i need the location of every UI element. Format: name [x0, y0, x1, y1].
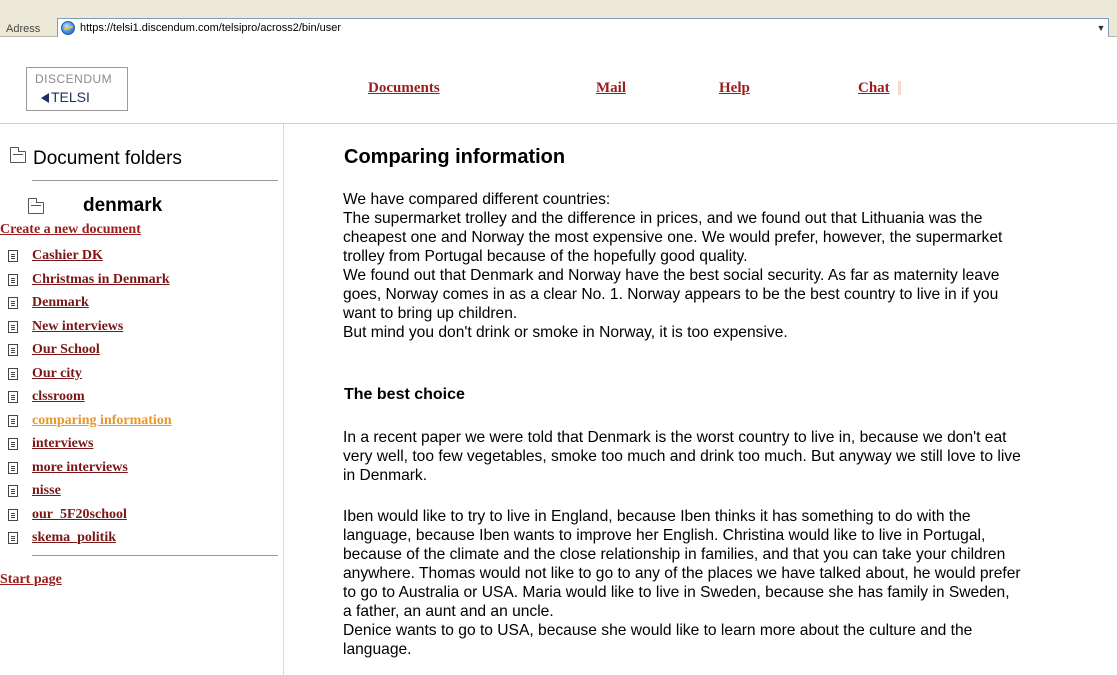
nav-mail-link[interactable]: Mail — [596, 80, 626, 97]
document-list-item[interactable]: New interviews — [0, 317, 283, 339]
current-folder-name: denmark — [83, 195, 163, 216]
paragraph-three-line: because of the climate and the close rel… — [343, 546, 1006, 563]
site-header: DISCENDUM TELSI — [0, 37, 1117, 124]
document-link[interactable]: more interviews — [32, 458, 128, 478]
chevron-down-icon[interactable]: ▼ — [1094, 19, 1108, 37]
paragraph-three-line: language. — [343, 641, 412, 658]
paragraph-three-line: Denice wants to go to USA, because she w… — [343, 622, 973, 639]
document-link[interactable]: nisse — [32, 481, 61, 501]
document-list-item[interactable]: comparing information — [0, 411, 283, 433]
paragraph-three: Iben would like to try to live in Englan… — [343, 507, 1111, 659]
document-icon — [8, 320, 18, 333]
document-link[interactable]: Christmas in Denmark — [32, 270, 170, 290]
url-input[interactable]: https://telsi1.discendum.com/telsipro/ac… — [57, 18, 1109, 38]
sidebar-divider-bottom — [32, 555, 278, 556]
document-icon — [8, 508, 18, 521]
site-logo[interactable]: DISCENDUM TELSI — [26, 67, 128, 111]
intro-line: cheapest one and Norway the most expensi… — [343, 229, 1003, 246]
main-content: Comparing information We have compared d… — [300, 124, 1117, 675]
intro-line: We found out that Denmark and Norway hav… — [343, 267, 1000, 284]
section-subtitle: The best choice — [344, 386, 465, 403]
paragraph-two-line: In a recent paper we were told that Denm… — [343, 429, 1007, 446]
document-link[interactable]: our_5F20school — [32, 505, 127, 525]
document-link[interactable]: interviews — [32, 434, 93, 454]
document-link[interactable]: skema_politik — [32, 528, 116, 548]
paragraph-three-line: anywhere. Thomas would not like to go to… — [343, 565, 1021, 582]
nav-help-link[interactable]: Help — [719, 80, 750, 97]
document-link[interactable]: Our School — [32, 340, 100, 360]
paragraph-three-line: to go to Australia or USA. Maria would l… — [343, 584, 1010, 601]
document-list-item[interactable]: interviews — [0, 434, 283, 456]
document-list-item[interactable]: clssroom — [0, 387, 283, 409]
intro-line: trolley from Portugal because of the hop… — [343, 248, 748, 265]
document-list-item[interactable]: Christmas in Denmark — [0, 270, 283, 292]
start-page-link[interactable]: Start page — [0, 572, 62, 588]
address-label: Adress — [6, 23, 41, 35]
url-text: https://telsi1.discendum.com/telsipro/ac… — [80, 22, 342, 34]
document-list-item[interactable]: nisse — [0, 481, 283, 503]
intro-line: But mind you don't drink or smoke in Nor… — [343, 324, 788, 341]
document-icon — [8, 273, 18, 286]
paragraph-two-line: very well, too few vegetables, smoke too… — [343, 448, 1021, 465]
document-list-item[interactable]: Our city — [0, 364, 283, 386]
address-bar: Adress https://telsi1.discendum.com/tels… — [0, 0, 1117, 38]
logo-discendum: DISCENDUM — [35, 72, 113, 86]
document-icon — [8, 461, 18, 474]
telsi-flag-icon — [41, 93, 49, 104]
document-icon — [8, 391, 18, 403]
intro-paragraph: We have compared different countries: The… — [343, 190, 1111, 342]
document-icon — [8, 485, 18, 497]
document-icon — [8, 344, 18, 356]
document-icon — [8, 250, 18, 262]
document-link[interactable]: clssroom — [32, 387, 85, 407]
intro-line: We have compared different countries: — [343, 191, 611, 208]
page-globe-icon — [61, 21, 75, 35]
paragraph-three-line: language, because Iben wants to improve … — [343, 527, 986, 544]
logo-telsi: TELSI — [41, 89, 90, 105]
sidebar-title: Document folders — [33, 148, 182, 169]
open-folder-icon — [28, 198, 44, 214]
nav-documents-link[interactable]: Documents — [368, 80, 440, 97]
paragraph-two: In a recent paper we were told that Denm… — [343, 428, 1111, 485]
paragraph-three-line: Iben would like to try to live in Englan… — [343, 508, 971, 525]
document-list-item[interactable]: our_5F20school — [0, 505, 283, 527]
document-list-item[interactable]: Cashier DK — [0, 246, 283, 268]
document-icon — [8, 438, 18, 450]
document-link[interactable]: Denmark — [32, 293, 89, 313]
create-document-link[interactable]: Create a new document — [0, 222, 141, 238]
folders-icon — [10, 147, 26, 163]
intro-line: want to bring up children. — [343, 305, 518, 322]
document-list-item[interactable]: more interviews — [0, 458, 283, 480]
paragraph-two-line: in Denmark. — [343, 467, 428, 484]
page-title: Comparing information — [344, 146, 566, 168]
document-link[interactable]: comparing information — [32, 411, 172, 431]
intro-line: goes, Norway comes in as a clear No. 1. … — [343, 286, 999, 303]
nav-chat-link[interactable]: Chat — [858, 80, 890, 97]
document-icon — [8, 414, 18, 427]
document-list-item[interactable]: Denmark — [0, 293, 283, 315]
nav-marker — [898, 81, 901, 95]
document-list-item[interactable]: Our School — [0, 340, 283, 362]
document-link[interactable]: New interviews — [32, 317, 123, 337]
paragraph-three-line: a father, an aunt and an uncle. — [343, 603, 554, 620]
logo-telsi-text: TELSI — [51, 89, 90, 105]
document-list-item[interactable]: skema_politik — [0, 528, 283, 550]
document-icon — [8, 297, 18, 309]
document-link[interactable]: Our city — [32, 364, 82, 384]
sidebar-divider-top — [32, 180, 278, 181]
document-icon — [8, 367, 18, 380]
intro-line: The supermarket trolley and the differen… — [343, 210, 983, 227]
document-icon — [8, 532, 18, 544]
document-link[interactable]: Cashier DK — [32, 246, 103, 266]
